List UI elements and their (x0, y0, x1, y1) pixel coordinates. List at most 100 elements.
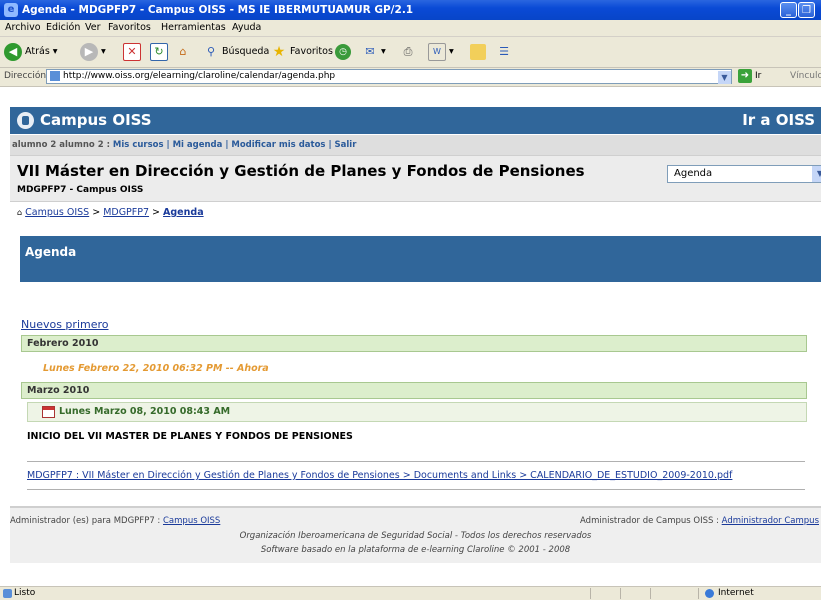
user-links[interactable]: Mis cursos | Mi agenda | Modificar mis d… (113, 140, 356, 150)
back-label: Atrás (25, 46, 50, 57)
address-input[interactable]: http://www.oiss.org/elearning/claroline/… (46, 69, 732, 84)
print-button[interactable]: ⎙ (400, 42, 416, 62)
breadcrumb-sep: > (149, 207, 164, 218)
menu-bar: Archivo Edición Ver Favoritos Herramient… (0, 20, 821, 37)
oiss-logo-icon (17, 112, 34, 129)
print-icon: ⎙ (403, 44, 413, 58)
minimize-button[interactable]: _ (780, 2, 797, 18)
site-name-link[interactable]: Campus OISS (40, 111, 152, 129)
page-footer: Administrador (es) para MDGPFP7 : Campus… (10, 506, 821, 563)
stop-icon: ✕ (123, 42, 141, 61)
month-header-marzo: Marzo 2010 (21, 382, 807, 399)
favorites-star-icon: ★ (272, 43, 286, 60)
footer-left-link[interactable]: Campus OISS (163, 516, 220, 526)
messenger-icon: ☰ (499, 44, 509, 58)
stop-button[interactable]: ✕ (123, 42, 141, 62)
order-newest-first-link[interactable]: Nuevos primero (21, 318, 109, 331)
page-icon (50, 71, 60, 81)
favorites-button[interactable]: ★ Favoritos (271, 42, 333, 62)
refresh-button[interactable]: ↻ (150, 42, 168, 62)
course-subtitle: MDGPFP7 - Campus OISS (17, 185, 144, 195)
footer-right-label: Administrador de Campus OISS : (580, 516, 722, 526)
status-text: Listo (14, 588, 36, 598)
back-button[interactable]: ◀ Atrás ▾ (4, 42, 58, 62)
favorites-label: Favoritos (290, 46, 333, 57)
status-separator (620, 588, 621, 599)
security-zone: Internet (718, 588, 754, 598)
word-icon: W (428, 42, 446, 61)
refresh-icon: ↻ (150, 42, 168, 61)
status-separator (650, 588, 651, 599)
menu-herramientas[interactable]: Herramientas (161, 22, 226, 33)
divider (27, 489, 805, 490)
ie-logo-icon: e (4, 3, 18, 17)
month-header-febrero: Febrero 2010 (21, 335, 807, 352)
status-separator (590, 588, 591, 599)
search-label: Búsqueda (222, 46, 270, 57)
search-icon: ⚲ (206, 44, 216, 58)
history-button[interactable]: ◷ (335, 42, 351, 62)
breadcrumb-sep: > (89, 207, 104, 218)
window-title-bar: e Agenda - MDGPFP7 - Campus OISS - MS IE… (0, 0, 821, 20)
internet-zone-icon (705, 589, 714, 598)
calendar-icon (42, 405, 55, 418)
home-button[interactable]: ⌂ (175, 42, 191, 62)
breadcrumb: ⌂ Campus OISS > MDGPFP7 > Agenda (17, 207, 204, 218)
address-dropdown-icon[interactable]: ▼ (718, 71, 731, 84)
event-date: Lunes Marzo 08, 2010 08:43 AM (59, 406, 231, 417)
go-arrow-icon[interactable]: ➜ (738, 69, 752, 83)
user-bar: alumno 2 alumno 2 : Mis cursos | Mi agen… (10, 135, 821, 156)
menu-ayuda[interactable]: Ayuda (232, 22, 261, 33)
edit-button[interactable]: W ▾ (428, 42, 454, 62)
menu-favoritos[interactable]: Favoritos (108, 22, 151, 33)
footer-left: Administrador (es) para MDGPFP7 : Campus… (10, 516, 220, 526)
menu-ver[interactable]: Ver (85, 22, 101, 33)
breadcrumb-home[interactable]: Campus OISS (25, 207, 89, 218)
breadcrumb-course[interactable]: MDGPFP7 (103, 207, 149, 218)
mail-button[interactable]: ✉ ▾ (362, 42, 385, 62)
chevron-down-icon[interactable]: ▼ (812, 166, 821, 182)
tool-select-value: Agenda (674, 168, 713, 179)
back-arrow-icon: ◀ (4, 42, 22, 61)
footer-right: Administrador de Campus OISS : Administr… (580, 516, 819, 526)
event-date-row: Lunes Marzo 08, 2010 08:43 AM (27, 402, 807, 422)
footer-left-label: Administrador (es) para MDGPFP7 : (10, 516, 163, 526)
event-document-link[interactable]: MDGPFP7 : VII Máster en Dirección y Gest… (27, 470, 732, 481)
footer-right-link[interactable]: Administrador Campus (722, 516, 819, 526)
folder-icon (470, 43, 486, 60)
now-marker: Lunes Febrero 22, 2010 06:32 PM -- Ahora (43, 363, 269, 374)
agenda-header: Agenda (20, 236, 821, 282)
user-name: alumno 2 alumno 2 : (12, 140, 113, 150)
messenger-button[interactable]: ☰ (496, 42, 512, 62)
maximize-button[interactable]: ❐ (798, 2, 815, 18)
divider (27, 461, 805, 462)
footer-copyright: Organización Iberoamericana de Seguridad… (239, 531, 592, 541)
breadcrumb-current[interactable]: Agenda (163, 207, 204, 218)
address-url: http://www.oiss.org/elearning/claroline/… (63, 71, 336, 81)
tool-select[interactable]: Agenda ▼ (667, 165, 821, 183)
footer-software: Software basado en la plataforma de e-le… (260, 545, 571, 555)
folder-button[interactable] (470, 42, 486, 62)
status-bar: Listo Internet (0, 586, 821, 600)
course-title: VII Máster en Dirección y Gestión de Pla… (17, 162, 585, 180)
browser-toolbar: ◀ Atrás ▾ ▶ ▾ ✕ ↻ ⌂ ⚲ Búsqueda ★ Favorit… (0, 37, 821, 68)
address-label: Dirección (4, 71, 47, 81)
home-small-icon: ⌂ (17, 208, 23, 217)
course-header: VII Máster en Dirección y Gestión de Pla… (10, 156, 821, 202)
menu-edicion[interactable]: Edición (46, 22, 80, 33)
page-status-icon (3, 589, 12, 598)
go-button[interactable]: Ir (755, 71, 761, 81)
site-banner: Campus OISS Ir a OISS (10, 107, 821, 134)
search-button[interactable]: ⚲ Búsqueda (203, 42, 269, 62)
goto-oiss-link[interactable]: Ir a OISS (742, 111, 815, 129)
menu-archivo[interactable]: Archivo (5, 22, 41, 33)
window-title: Agenda - MDGPFP7 - Campus OISS - MS IE I… (22, 4, 414, 16)
home-icon: ⌂ (179, 44, 187, 58)
event-title: INICIO DEL VII MASTER DE PLANES Y FONDOS… (27, 431, 353, 442)
history-icon: ◷ (335, 43, 351, 60)
address-bar: Dirección http://www.oiss.org/elearning/… (0, 68, 821, 87)
links-toolbar[interactable]: Vínculos (790, 71, 821, 81)
agenda-title: Agenda (25, 245, 77, 259)
forward-button[interactable]: ▶ ▾ (80, 42, 106, 62)
left-frame (0, 87, 10, 586)
